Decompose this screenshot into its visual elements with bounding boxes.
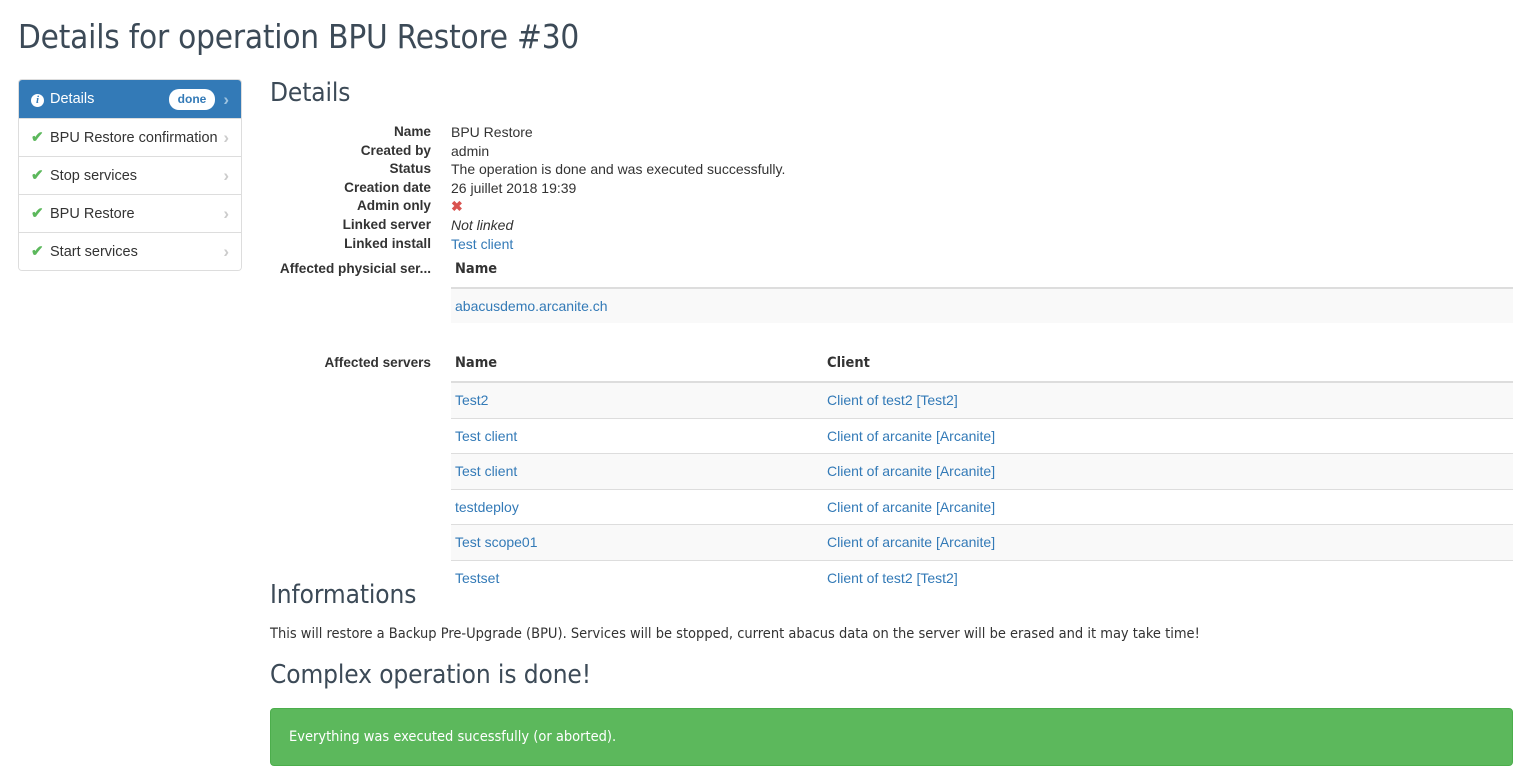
- table-header-row: Name: [451, 260, 1513, 289]
- check-icon: ✔: [31, 167, 44, 184]
- detail-value: BPU Restore: [451, 124, 533, 140]
- affected-physical-servers-table: Name abacusdemo.arcanite.ch: [451, 260, 1513, 324]
- detail-label: Status: [389, 161, 431, 177]
- detail-value: ✖: [431, 197, 1513, 216]
- server-link[interactable]: Test client: [455, 463, 517, 479]
- table-row[interactable]: Test client Client of arcanite [Arcanite…: [451, 453, 1513, 490]
- client-link[interactable]: Client of arcanite [Arcanite]: [827, 534, 995, 550]
- detail-row-affected-physical-servers: Affected physicial ser... Name abacusdem…: [270, 260, 1513, 324]
- check-icon: ✔: [31, 205, 44, 222]
- affected-servers-table: Name Client Test2 Client of test2 [Test2…: [451, 354, 1513, 596]
- detail-label: Affected servers: [324, 355, 431, 371]
- client-link[interactable]: Client of test2 [Test2]: [827, 392, 958, 408]
- column-header-name: Name: [451, 260, 1513, 289]
- detail-label: Linked install: [344, 235, 431, 251]
- client-link[interactable]: Client of test2 [Test2]: [827, 570, 958, 586]
- chevron-right-icon: ›: [223, 128, 229, 147]
- table-row[interactable]: Test client Client of arcanite [Arcanite…: [451, 417, 1513, 454]
- details-heading: Details: [270, 78, 351, 108]
- linked-install-link[interactable]: Test client: [451, 236, 513, 252]
- sidebar-item-bpu-restore-confirmation[interactable]: ✔ BPU Restore confirmation ›: [19, 118, 241, 156]
- page-root: Details for operation BPU Restore #30 i …: [0, 0, 1537, 772]
- informations-heading: Informations: [270, 580, 417, 610]
- table-row[interactable]: testdeploy Client of arcanite [Arcanite]: [451, 488, 1513, 525]
- check-icon: ✔: [31, 129, 44, 146]
- sidebar-item-label: Stop services: [50, 167, 138, 184]
- detail-row-linked-install: Linked install Test client: [270, 235, 1513, 254]
- details-definition-list: Name BPU Restore Created by admin Status…: [270, 123, 1513, 596]
- server-link[interactable]: Test2: [455, 392, 488, 408]
- detail-label: Admin only: [356, 198, 431, 214]
- chevron-right-icon: ›: [223, 89, 229, 109]
- detail-row-admin-only: Admin only ✖: [270, 197, 1513, 216]
- informations-paragraph: This will restore a Backup Pre-Upgrade (…: [270, 626, 1200, 642]
- server-link[interactable]: Test client: [455, 428, 517, 444]
- sidebar-item-label: Details: [50, 91, 95, 107]
- detail-label: Linked server: [342, 216, 431, 232]
- detail-row-created-by: Created by admin: [270, 142, 1513, 161]
- detail-row-creation-date: Creation date 26 juillet 2018 19:39: [270, 179, 1513, 198]
- column-header-client: Client: [823, 354, 1513, 383]
- table-row[interactable]: abacusdemo.arcanite.ch: [451, 287, 1513, 324]
- detail-label: Created by: [360, 142, 431, 158]
- detail-row-status: Status The operation is done and was exe…: [270, 160, 1513, 179]
- detail-value: 26 juillet 2018 19:39: [451, 179, 577, 196]
- info-icon: i: [31, 92, 50, 107]
- detail-label: Affected physicial ser...: [279, 261, 431, 277]
- chevron-right-icon: ›: [223, 242, 229, 261]
- sidebar-item-details[interactable]: i Details done ›: [19, 80, 241, 118]
- sidebar-item-label: BPU Restore confirmation: [50, 129, 218, 146]
- server-link[interactable]: Test scope01: [455, 534, 538, 550]
- sidebar-item-stop-services[interactable]: ✔ Stop services ›: [19, 156, 241, 194]
- cross-icon: ✖: [451, 198, 463, 215]
- sidebar-item-label: Start services: [50, 243, 138, 260]
- client-link[interactable]: Client of arcanite [Arcanite]: [827, 499, 995, 515]
- column-header-name: Name: [451, 354, 823, 383]
- check-icon: ✔: [31, 243, 44, 260]
- server-link[interactable]: Testset: [455, 570, 499, 586]
- chevron-right-icon: ›: [223, 166, 229, 185]
- table-header-row: Name Client: [451, 354, 1513, 383]
- table-row[interactable]: Test2 Client of test2 [Test2]: [451, 381, 1513, 419]
- status-badge: done: [168, 88, 216, 110]
- success-alert-text: Everything was executed sucessfully (or …: [289, 729, 617, 745]
- operation-done-heading: Complex operation is done!: [270, 660, 591, 690]
- detail-label: Creation date: [344, 179, 431, 195]
- operation-steps-sidebar: i Details done › ✔ BPU Restore confirmat…: [18, 79, 242, 271]
- page-title: Details for operation BPU Restore #30: [18, 17, 580, 56]
- physical-server-link[interactable]: abacusdemo.arcanite.ch: [455, 298, 608, 314]
- sidebar-item-start-services[interactable]: ✔ Start services ›: [19, 232, 241, 270]
- detail-value: Test client: [431, 235, 1513, 254]
- server-link[interactable]: testdeploy: [455, 499, 519, 515]
- detail-row-name: Name BPU Restore: [270, 123, 1513, 142]
- sidebar-item-bpu-restore[interactable]: ✔ BPU Restore ›: [19, 194, 241, 232]
- table-row[interactable]: Testset Client of test2 [Test2]: [451, 559, 1513, 596]
- detail-row-linked-server: Linked server Not linked: [270, 216, 1513, 235]
- detail-value: Not linked: [451, 216, 514, 233]
- detail-label: Name: [393, 124, 431, 139]
- detail-value: The operation is done and was executed s…: [451, 161, 786, 178]
- client-link[interactable]: Client of arcanite [Arcanite]: [827, 428, 995, 444]
- detail-row-affected-servers: Affected servers Name Client Test2 Clien…: [270, 354, 1513, 596]
- sidebar-item-label: BPU Restore: [50, 205, 135, 222]
- client-link[interactable]: Client of arcanite [Arcanite]: [827, 463, 995, 479]
- chevron-right-icon: ›: [223, 204, 229, 223]
- success-alert: Everything was executed sucessfully (or …: [270, 708, 1513, 766]
- detail-value: admin: [451, 142, 490, 159]
- table-row[interactable]: Test scope01 Client of arcanite [Arcanit…: [451, 524, 1513, 561]
